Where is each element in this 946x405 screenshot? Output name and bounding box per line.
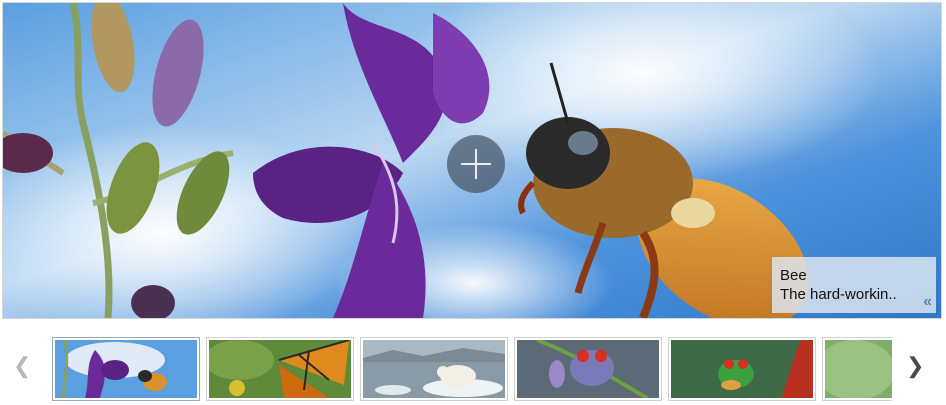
caption-collapse-icon[interactable]: «	[923, 294, 932, 310]
thumbnail-image	[55, 340, 197, 398]
thumbnail-butterfly[interactable]	[206, 337, 354, 401]
prev-arrow-icon[interactable]: ❮	[13, 355, 31, 377]
thumbnail-image	[517, 340, 659, 398]
caption-title: Bee	[780, 267, 807, 284]
slide-caption: Bee The hard-workin.. «	[772, 257, 936, 313]
main-slide[interactable]: Bee The hard-workin.. «	[2, 2, 942, 319]
thumbnail-polar-bear[interactable]	[360, 337, 508, 401]
thumbnail-image	[363, 340, 505, 398]
thumbnail-bee[interactable]	[52, 337, 200, 401]
thumbnail-green-frog[interactable]	[668, 337, 816, 401]
thumbnail-image	[209, 340, 351, 398]
thumbnail-image	[825, 340, 892, 398]
thumbnail-blue-frog[interactable]	[514, 337, 662, 401]
next-arrow-icon[interactable]: ❯	[906, 355, 924, 377]
caption-description: The hard-workin..	[780, 286, 897, 303]
thumbnail-strip	[52, 337, 892, 403]
zoom-button[interactable]	[447, 135, 505, 193]
thumbnail-partial[interactable]	[822, 337, 892, 401]
thumbnail-image	[671, 340, 813, 398]
